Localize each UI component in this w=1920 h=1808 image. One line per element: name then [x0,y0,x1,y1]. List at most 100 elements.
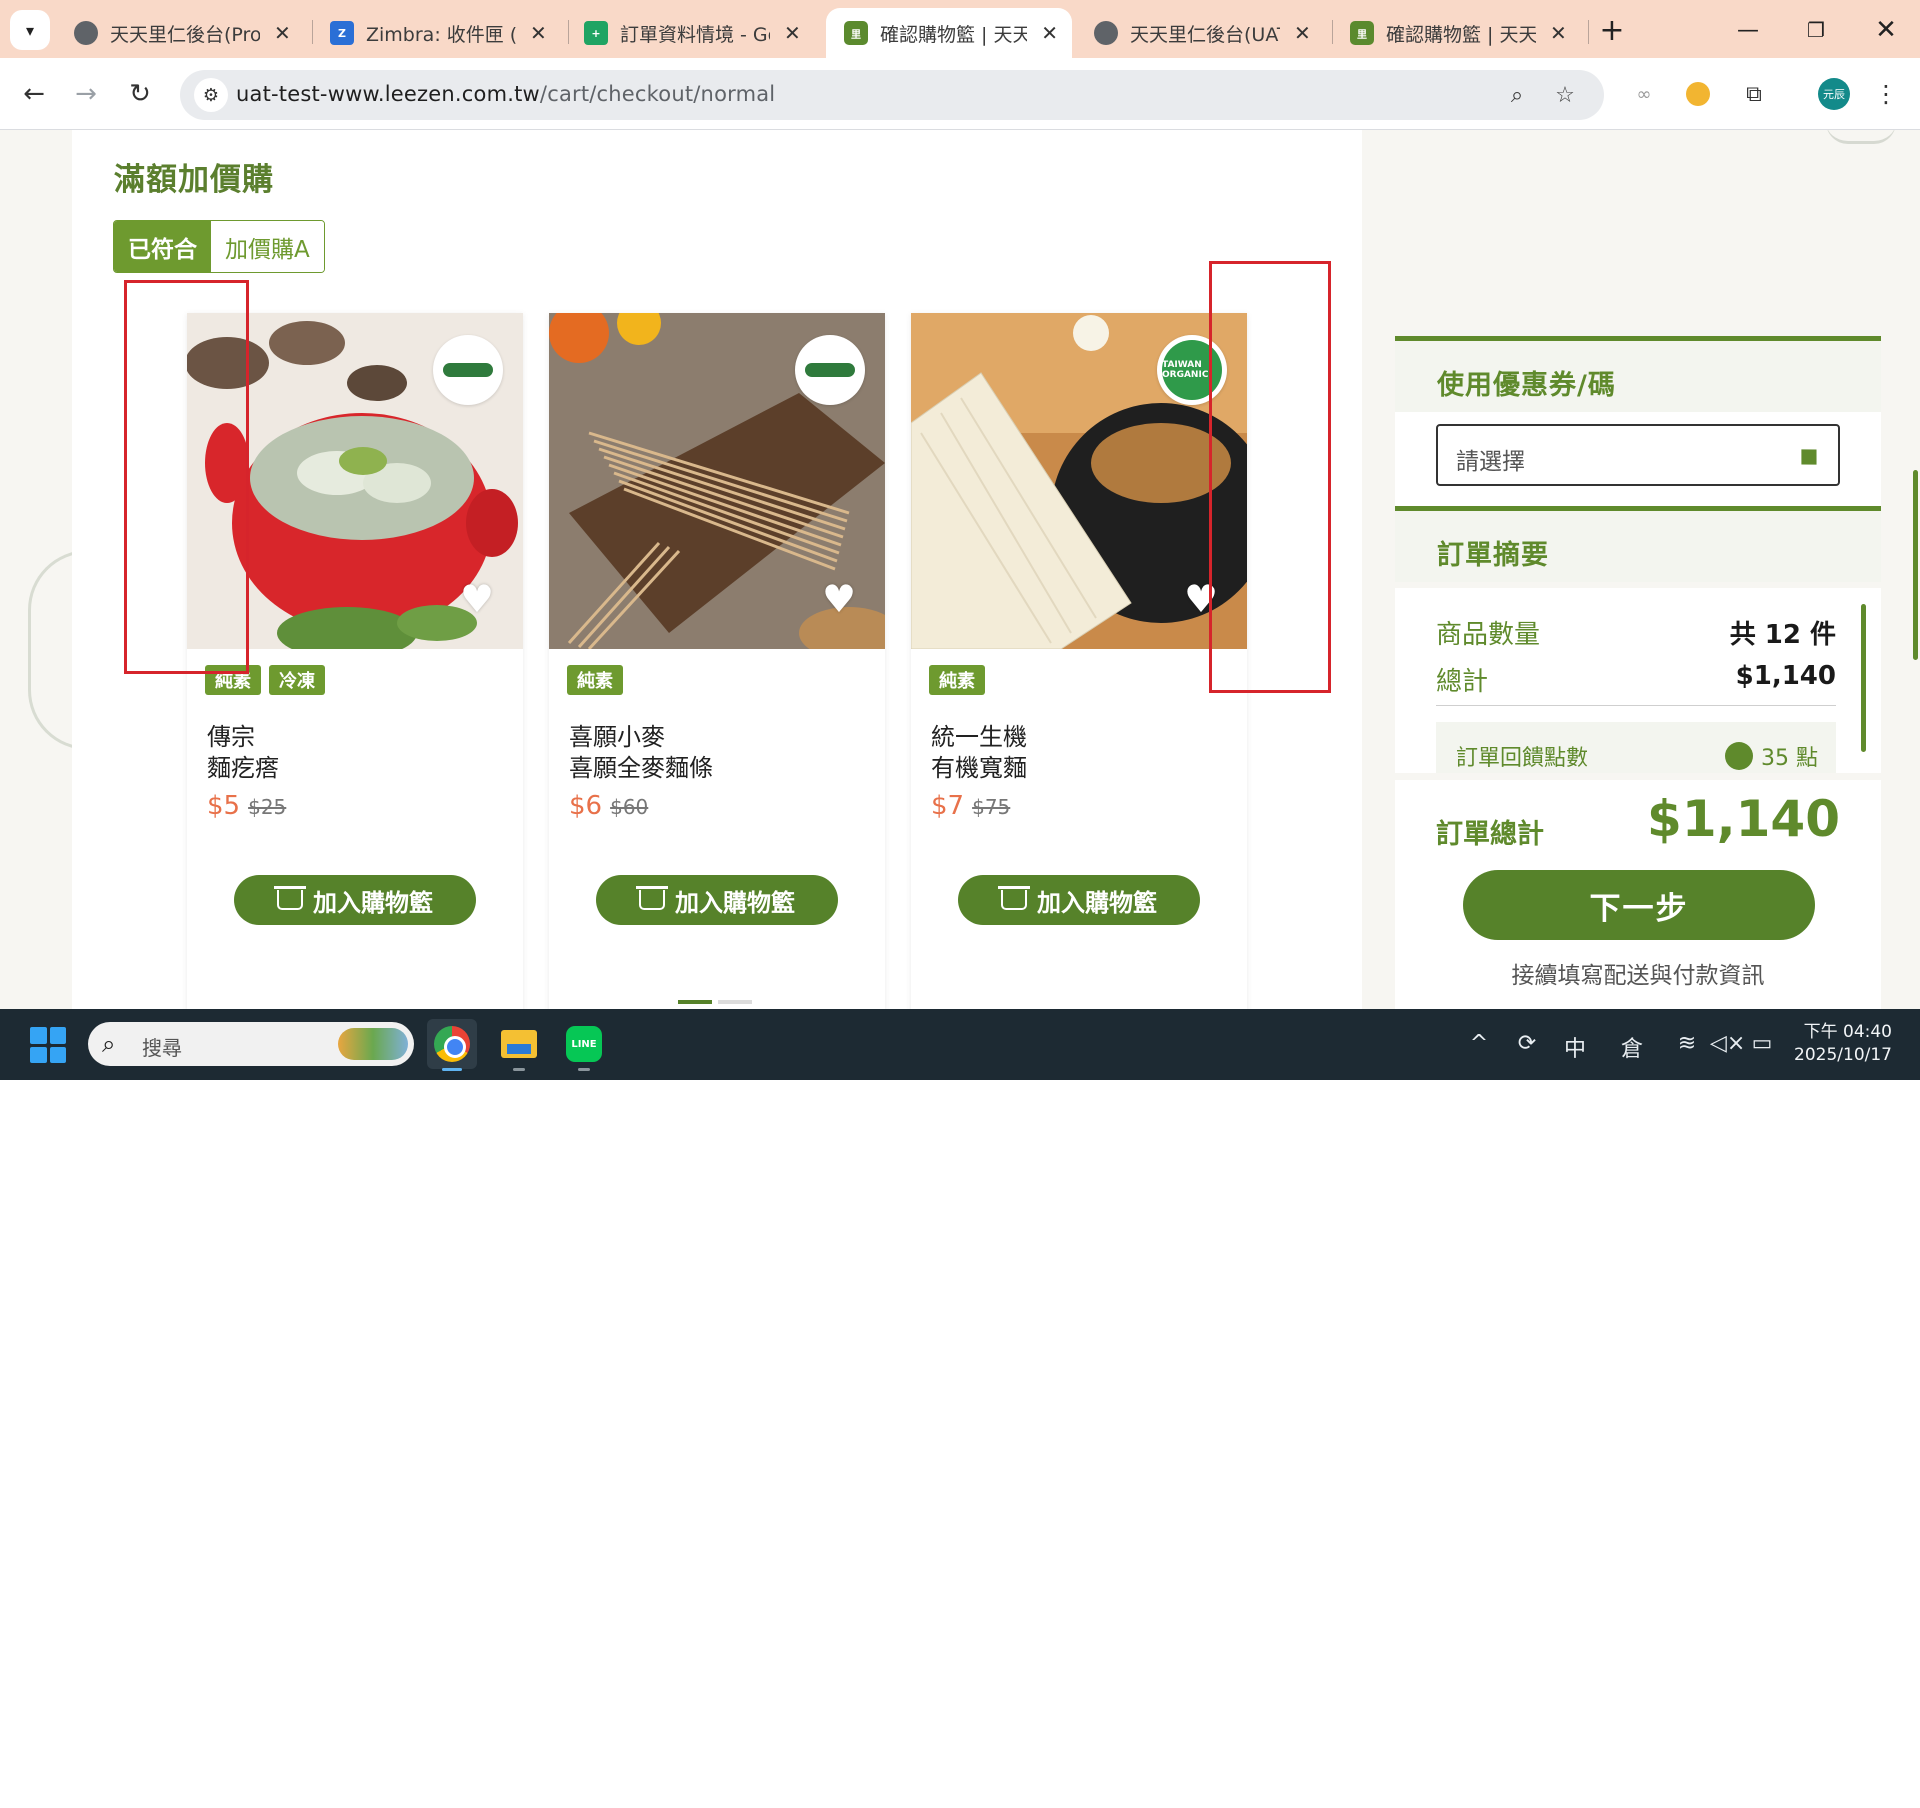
close-icon[interactable]: ✕ [784,21,801,45]
carousel-dot[interactable] [718,1000,752,1004]
tab-title: Zimbra: 收件匣 (1) [366,23,516,46]
tab-title: 確認購物籃 | 天天里 [880,23,1028,46]
tab-eligible[interactable]: 已符合 [114,221,211,272]
page-scrollbar[interactable] [1913,470,1918,660]
subtotal-row: 總計 $1,140 [1436,661,1836,698]
order-total-value: $1,140 [1647,790,1840,848]
arrow-right-icon: → [75,79,97,109]
order-sidebar: 使用優惠券/碼 請選擇 ◆ 訂單摘要 商品數量 共 12 件 總計 $1,140 [1395,336,1881,1009]
clock-date: 2025/10/17 [1794,1045,1892,1065]
summary-scrollbar[interactable] [1861,604,1866,752]
new-tab-button[interactable]: + [1592,10,1632,50]
arrow-left-icon: ← [23,79,45,109]
browser-tab[interactable]: Z Zimbra: 收件匣 (1) ✕ [312,8,566,58]
leezen-icon: 里 [1350,21,1374,45]
product-name[interactable]: 有機寬麵 [931,748,1027,783]
ime-language[interactable]: 中 [1560,1031,1590,1063]
tab-search-button[interactable]: ▾ [10,10,50,50]
windows-start-icon[interactable] [30,1027,66,1063]
globe-icon [74,21,98,45]
close-icon[interactable]: ✕ [1041,21,1058,45]
favorite-heart-icon[interactable]: ♥ [819,579,859,619]
restore-button[interactable]: ❐ [1796,10,1836,50]
wifi-icon[interactable]: ≋ [1672,1031,1702,1056]
globe-icon [1094,21,1118,45]
search-highlight-art [338,1028,408,1060]
browser-tab[interactable]: 里 確認購物籃 | 天天里 ✕ [1332,8,1588,58]
address-bar[interactable]: ⚙ uat-test-www.leezen.com.tw/cart/checko… [180,70,1604,120]
item-count-value: 共 12 件 [1729,620,1836,650]
product-price: $6 $60 [569,791,648,821]
sale-price: $6 [569,791,603,821]
speaker-muted-icon[interactable]: ◁× [1710,1031,1745,1056]
tab-title: 天天里仁後台(Proc [110,23,260,46]
product-card[interactable]: ♥ 純素 喜願小麥 喜願全麥麵條 $6 $60 加入購物籃 [549,313,885,1009]
add-to-cart-button[interactable]: 加入購物籃 [596,875,838,925]
product-name[interactable]: 麵疙瘩 [207,748,279,783]
extension-icon[interactable]: ∞ [1626,76,1662,112]
bookmark-star-icon[interactable]: ☆ [1550,80,1580,110]
sync-icon[interactable]: ⟳ [1512,1031,1542,1056]
site-info-button[interactable]: ⚙ [194,78,228,112]
summary-header: 訂單摘要 [1395,506,1881,582]
browser-tab-active[interactable]: 里 確認購物籃 | 天天里 ✕ [826,8,1072,58]
browser-tab[interactable]: 天天里仁後台(UAT ✕ [1076,8,1332,58]
profile-button[interactable]: 元辰 [1816,76,1852,112]
next-step-hint: 接續填寫配送與付款資訊 [1511,963,1765,989]
screen: ▾ 天天里仁後台(Proc ✕ Z Zimbra: 收件匣 (1) ✕ + 訂單… [0,0,1920,1080]
taskbar-search-placeholder: 搜尋 [142,1036,182,1060]
leezen-icon: 里 [844,21,868,45]
ime-mode[interactable]: 倉 [1617,1031,1647,1063]
forward-button[interactable]: → [66,74,106,114]
folder-icon [501,1030,537,1058]
coupon-select[interactable]: 請選擇 ◆ [1436,424,1840,486]
favorite-heart-icon[interactable]: ♥ [457,579,497,619]
product-brand[interactable]: 喜願小麥 [569,717,665,752]
chrome-icon [434,1026,470,1062]
taskbar-file-explorer[interactable] [494,1019,544,1071]
url-text[interactable]: uat-test-www.leezen.com.tw/cart/checkout… [236,82,775,106]
reload-button[interactable]: ↻ [120,74,160,114]
product-name[interactable]: 喜願全麥麵條 [569,748,713,783]
window-close-button[interactable]: ✕ [1866,10,1906,50]
tab-addon-a[interactable]: 加價購A [211,221,324,272]
menu-kebab-icon[interactable]: ⋮ [1868,76,1904,112]
product-image-organic-wide-noodles[interactable]: TAIWAN ORGANIC ♥ [911,313,1247,649]
zoom-icon[interactable]: ⌕ [1502,80,1532,110]
pod-badge-icon [433,335,503,405]
product-image-wheat-noodles[interactable]: ♥ [549,313,885,649]
add-to-cart-button[interactable]: 加入購物籃 [234,875,476,925]
taskbar-clock[interactable]: 下午 04:40 2025/10/17 [1794,1021,1892,1067]
taskbar-line[interactable]: LINE [559,1019,609,1071]
tab-separator [1588,20,1589,44]
add-to-cart-button[interactable]: 加入購物籃 [958,875,1200,925]
product-brand[interactable]: 統一生機 [931,717,1027,752]
windows-taskbar: ⌕ 搜尋 LINE ^ ⟳ 中 倉 ≋ ◁× ▭ 下午 04:40 2025/1… [0,1009,1920,1080]
subtotal-label: 總計 [1436,667,1489,697]
running-indicator [578,1068,590,1071]
close-icon[interactable]: ✕ [274,21,291,45]
chevron-up-icon[interactable]: ^ [1464,1031,1494,1056]
product-brand[interactable]: 傳宗 [207,717,255,752]
product-card[interactable]: TAIWAN ORGANIC ♥ 純素 統一生機 有機寬麵 $7 $75 加入購… [911,313,1247,1009]
decorative-line-illustration [1826,130,1896,144]
next-step-button[interactable]: 下一步 [1463,870,1815,940]
taskbar-search[interactable]: ⌕ 搜尋 [88,1022,414,1066]
extensions-puzzle-icon[interactable]: ⧉ [1736,76,1772,112]
product-tags: 純素 [567,665,623,695]
browser-tab[interactable]: + 訂單資料情境 - Go ✕ [566,8,822,58]
battery-icon[interactable]: ▭ [1747,1031,1777,1056]
product-tags: 純素 [929,665,985,695]
close-icon[interactable]: ✕ [1550,21,1567,45]
reload-icon: ↻ [129,79,151,109]
close-icon[interactable]: ✕ [1294,21,1311,45]
back-button[interactable]: ← [14,74,54,114]
carousel-dot-active[interactable] [678,1000,712,1004]
points-value-wrap: 35 點 [1725,740,1818,772]
tab-title: 天天里仁後台(UAT [1130,23,1280,46]
extension-icon[interactable] [1680,76,1716,112]
minimize-button[interactable]: — [1728,10,1768,50]
taskbar-chrome[interactable] [427,1019,477,1071]
browser-tab[interactable]: 天天里仁後台(Proc ✕ [56,8,310,58]
close-icon[interactable]: ✕ [530,21,547,45]
